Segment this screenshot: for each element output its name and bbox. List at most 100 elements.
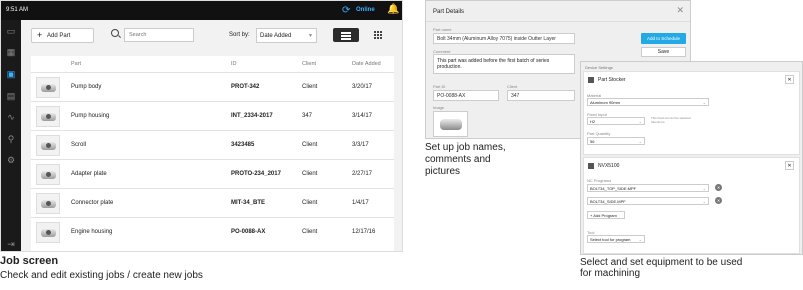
part-name-field[interactable]: Bolt 34mm (Aluminum Alloy 7075) inside O…: [433, 33, 575, 44]
jobs-table: Part ID Client Date Added Pump body PROT…: [31, 56, 394, 251]
sync-icon[interactable]: ⟳: [342, 5, 350, 16]
chevron-down-icon: ▼: [308, 33, 313, 39]
client-label: Client: [507, 84, 518, 89]
sort-label: Sort by:: [229, 32, 250, 38]
column-part[interactable]: Part: [71, 61, 81, 67]
part-date: 2/27/17: [352, 171, 373, 177]
part-name: Scroll: [71, 142, 87, 148]
job-screen: 9:51 AM ⟳ Online 🔔 ▭ ▦ ▣ ▤ ∿ ⚲ ⚙ ⇥ + Add…: [0, 0, 403, 252]
part-thumbnail: [36, 77, 60, 98]
part-date: 12/17/16: [352, 229, 376, 235]
device-settings-panel: Device Settings Part Stocker ✕ Material …: [580, 61, 803, 255]
bell-icon[interactable]: 🔔: [387, 4, 399, 15]
table-row[interactable]: Engine housing PO-0088-AX Client 12/17/1…: [31, 217, 394, 246]
part-id: 3423485: [231, 142, 255, 148]
plus-icon: +: [37, 30, 43, 40]
table-row[interactable]: Pump body PROT-342 Client 3/20/17: [31, 72, 394, 101]
search-input[interactable]: [124, 28, 194, 42]
list-view-button[interactable]: [333, 28, 359, 42]
chevron-down-icon: ⌄: [702, 186, 706, 191]
fixed-input-select[interactable]: H2 ⌄: [587, 117, 645, 125]
chevron-down-icon: ⌄: [638, 237, 642, 242]
part-quantity-label: Part Quantity: [587, 131, 611, 136]
chevron-down-icon: ⌄: [702, 199, 706, 204]
table-row[interactable]: Connector plate MIT-34_BTE Client 1/4/17: [31, 188, 394, 217]
chevron-down-icon: ⌄: [638, 139, 642, 144]
part-thumbnail: [36, 193, 60, 214]
client-field[interactable]: 347: [507, 90, 575, 101]
clipboard-icon[interactable]: ▤: [5, 90, 17, 102]
program-select[interactable]: BOLT34_SIDE.MPF ⌄: [587, 197, 709, 205]
part-client: Client: [302, 142, 318, 148]
remove-program-icon[interactable]: ✕: [715, 197, 722, 204]
remove-device-button[interactable]: ✕: [785, 161, 794, 170]
part-name: Pump housing: [71, 113, 110, 119]
part-id-field[interactable]: PO-0088-AX: [433, 90, 499, 101]
part-name: Adapter plate: [71, 171, 107, 177]
table-row[interactable]: Adapter plate PROTO-234_2017 Client 2/27…: [31, 159, 394, 188]
stocker-icon: [588, 77, 594, 83]
gear-icon[interactable]: ⚙: [5, 154, 17, 166]
grid-view-button[interactable]: [365, 28, 391, 42]
add-part-button[interactable]: + Add Part: [31, 28, 94, 43]
part-client: Client: [302, 200, 318, 206]
material-select[interactable]: Aluminum 90mm ⌄: [587, 98, 709, 106]
part-date: 3/20/17: [352, 84, 373, 90]
remove-device-button[interactable]: ✕: [785, 75, 794, 84]
program-select[interactable]: BOLT34_TOP_SIDE.MPF ⌄: [587, 184, 709, 192]
part-date: 3/14/17: [352, 113, 373, 119]
online-status[interactable]: Online: [356, 7, 375, 13]
part-thumbnail: [36, 222, 60, 243]
part-id: PROTO-234_2017: [231, 171, 281, 177]
part-id: PROT-342: [231, 84, 260, 90]
part-client: Client: [302, 229, 318, 235]
logout-icon[interactable]: ⇥: [5, 238, 17, 250]
table-row[interactable]: Pump housing INT_2334-2017 347 3/14/17: [31, 101, 394, 130]
column-date[interactable]: Date Added: [352, 61, 381, 67]
column-client[interactable]: Client: [302, 61, 316, 67]
column-id[interactable]: ID: [231, 61, 237, 67]
part-name: Engine housing: [71, 229, 113, 235]
part-image[interactable]: [433, 111, 468, 137]
clock: 9:51 AM: [6, 7, 29, 13]
device-settings-caption: Select and set equipment to be used for …: [580, 257, 743, 279]
job-screen-caption-text: Check and edit existing jobs / create ne…: [0, 270, 203, 281]
close-icon[interactable]: ✕: [676, 5, 684, 16]
remove-program-icon[interactable]: ✕: [715, 184, 722, 191]
search-icon[interactable]: [111, 29, 119, 37]
save-button[interactable]: Save: [641, 47, 686, 57]
machine-card: NVX5100 ✕ NC Programs BOLT34_TOP_SIDE.MP…: [583, 157, 800, 254]
add-to-schedule-button[interactable]: Add to Schedule: [641, 33, 686, 44]
add-part-label: Add Part: [47, 33, 71, 39]
job-toolbar: + Add Part Sort by: Date Added ▼: [21, 20, 402, 52]
part-thumbnail: [36, 164, 60, 185]
chevron-down-icon: ⌄: [702, 100, 706, 105]
jobs-grid-icon[interactable]: ▣: [5, 68, 17, 80]
part-stocker-card: Part Stocker ✕ Material Aluminum 90mm ⌄ F…: [583, 71, 800, 155]
tool-select[interactable]: Select tool for program ⌄: [587, 235, 645, 243]
part-id: PO-0088-AX: [231, 229, 266, 235]
machine-icon[interactable]: ▭: [5, 25, 17, 37]
part-id-label: Part ID: [433, 84, 446, 89]
activity-icon[interactable]: ∿: [5, 111, 17, 123]
part-id: MIT-34_BTE: [231, 200, 266, 206]
part-date: 1/4/17: [352, 200, 369, 206]
part-client: 347: [302, 113, 313, 119]
comment-field[interactable]: This part was added before the first bat…: [433, 54, 575, 74]
add-program-button[interactable]: + Add Program: [587, 211, 625, 219]
dialog-title: Part Details: [433, 9, 465, 15]
sort-select[interactable]: Date Added ▼: [256, 28, 317, 43]
part-thumbnail: [36, 135, 60, 156]
part-date: 3/3/17: [352, 142, 369, 148]
robot-arm-icon[interactable]: ⚲: [5, 133, 17, 145]
part-details-caption: Set up job names, comments and pictures: [425, 142, 506, 177]
table-row[interactable]: Scroll 3423485 Client 3/3/17: [31, 130, 394, 159]
image-label: Image: [433, 105, 445, 110]
part-client: Client: [302, 171, 318, 177]
chevron-down-icon: ⌄: [638, 119, 642, 124]
calendar-icon[interactable]: ▦: [5, 46, 17, 58]
panel-title: Device Settings: [585, 65, 613, 70]
sidebar: ▭ ▦ ▣ ▤ ∿ ⚲ ⚙ ⇥: [1, 20, 21, 251]
part-quantity-select[interactable]: 56 ⌄: [587, 137, 645, 145]
table-header: Part ID Client Date Added: [31, 56, 394, 70]
